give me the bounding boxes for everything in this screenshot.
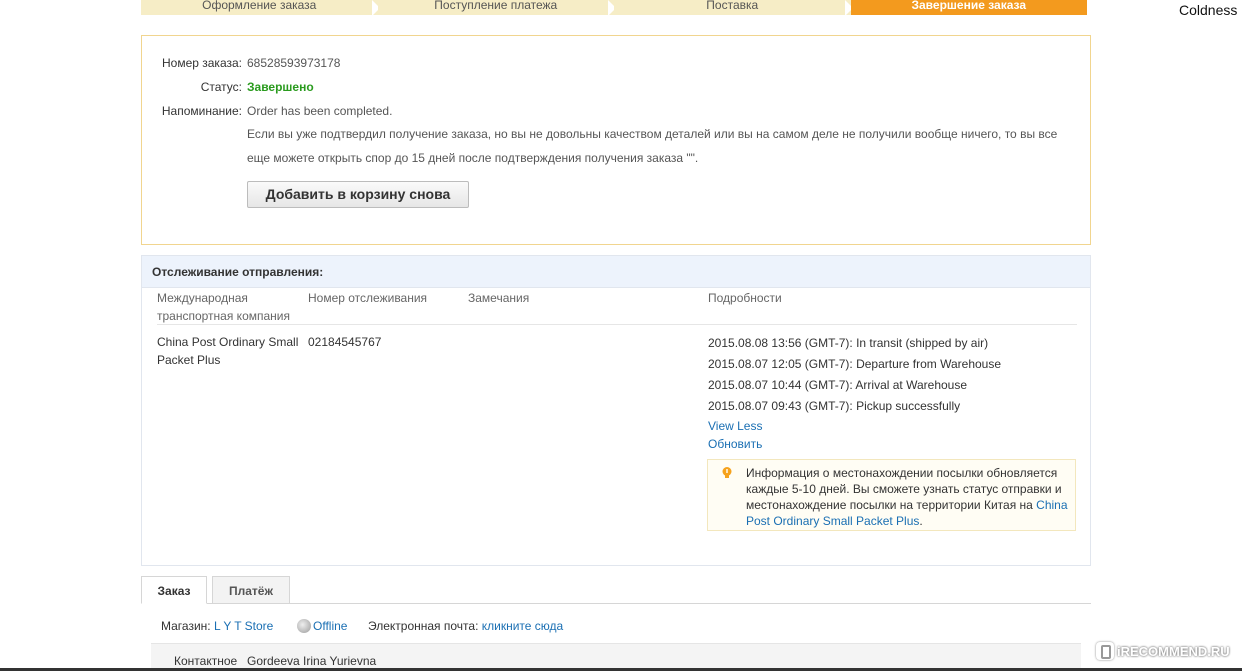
user-name[interactable]: Coldness <box>1179 2 1237 18</box>
order-number-value: 68528593973178 <box>247 56 341 70</box>
header-remarks: Замечания <box>468 291 530 305</box>
email-link[interactable]: кликните сюда <box>482 619 563 633</box>
tracking-info-message: Информация о местонахождении посылки обн… <box>746 466 1062 512</box>
tracking-number: 02184545767 <box>308 335 382 349</box>
view-less-link[interactable]: View Less <box>708 419 762 433</box>
header-details: Подробности <box>708 291 782 305</box>
carrier-name: China Post Ordinary Small Packet Plus <box>157 335 299 367</box>
tracking-event: 2015.08.08 13:56 (GMT-7): In transit (sh… <box>708 336 989 350</box>
tracking-info-text: Информация о местонахождении посылки обн… <box>746 465 1071 529</box>
watermark-text: iRECOMMEND.RU <box>1117 644 1230 659</box>
order-info-box: Номер заказа: 68528593973178 Статус: Зав… <box>141 35 1091 245</box>
lightbulb-icon <box>722 467 732 478</box>
order-reminder-label: Напоминание: <box>161 104 242 118</box>
tab-payment[interactable]: Платёж <box>212 576 290 604</box>
header-divider <box>157 324 1077 325</box>
refresh-link[interactable]: Обновить <box>708 437 762 451</box>
contact-value: Gordeeva Irina Yurievna <box>247 654 377 668</box>
tracking-event: 2015.08.07 10:44 (GMT-7): Arrival at War… <box>708 378 968 392</box>
order-progress-steps: Оформление заказа Поступление платежа По… <box>141 0 1087 15</box>
offline-status-link[interactable]: Offline <box>313 619 347 633</box>
watermark-logo-icon <box>1096 642 1114 660</box>
tracking-title: Отслеживание отправления: <box>142 256 1090 288</box>
tracking-info-box: Информация о местонахождении посылки обн… <box>707 459 1076 531</box>
step-payment-received: Поступление платежа <box>377 0 614 15</box>
offline-status-icon <box>297 619 311 633</box>
header-tracking-number: Номер отслеживания <box>308 291 428 305</box>
contact-info-box: Контактное Gordeeva Irina Yurievna <box>151 643 1081 671</box>
step-order-placed: Оформление заказа <box>141 0 378 15</box>
store-label: Магазин: <box>161 619 211 633</box>
contact-label: Контактное <box>174 654 238 668</box>
tracking-event: 2015.08.07 09:43 (GMT-7): Pickup success… <box>708 399 961 413</box>
step-shipping: Поставка <box>614 0 851 15</box>
email-label: Электронная почта: <box>368 619 479 633</box>
dispute-note: Если вы уже подтвердил получение заказа,… <box>247 127 1058 165</box>
tracking-event: 2015.08.07 12:05 (GMT-7): Departure from… <box>708 357 1002 371</box>
order-reminder-value: Order has been completed. <box>247 104 393 118</box>
header-carrier: Международная транспортная компания <box>157 291 290 323</box>
shipment-tracking-box: Отслеживание отправления: Международная … <box>141 255 1091 566</box>
store-name-link[interactable]: L Y T Store <box>214 619 273 633</box>
store-info: Магазин: L Y T Store <box>161 619 273 633</box>
tab-order[interactable]: Заказ <box>141 576 207 604</box>
step-order-completed: Завершение заказа <box>850 0 1087 15</box>
site-watermark: iRECOMMEND.RU <box>1096 640 1236 664</box>
order-status-label: Статус: <box>200 80 242 94</box>
add-to-cart-again-button[interactable]: Добавить в корзину снова <box>247 181 469 208</box>
order-number-label: Номер заказа: <box>161 56 242 70</box>
tracking-info-end: . <box>919 514 923 528</box>
store-email: Электронная почта: кликните сюда <box>368 619 563 633</box>
store-status: Offline <box>297 619 347 633</box>
order-status-value: Завершено <box>247 80 314 94</box>
